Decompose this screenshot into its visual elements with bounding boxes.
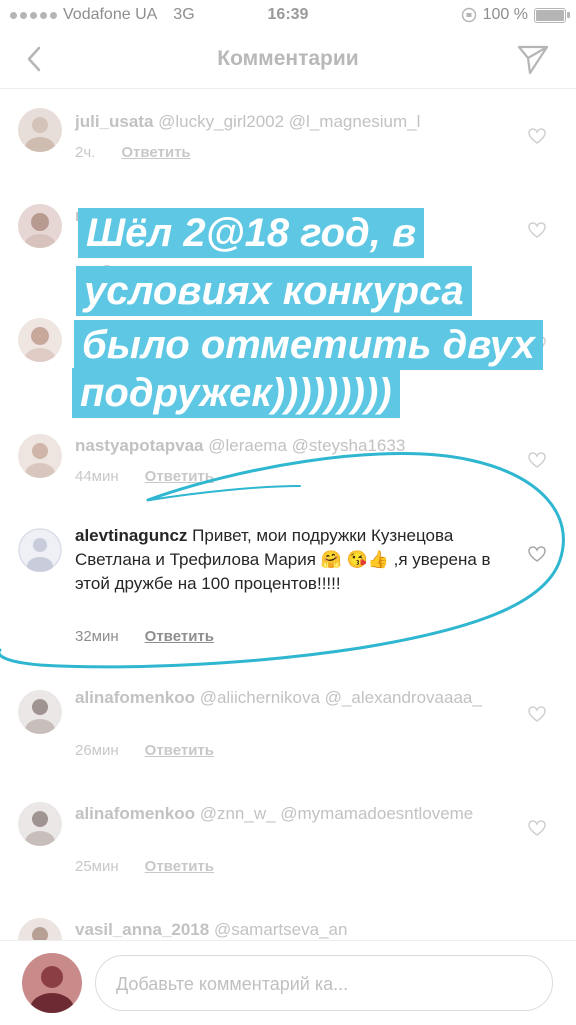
reply-link[interactable]: Ответить	[145, 858, 214, 875]
heart-icon[interactable]	[528, 222, 546, 238]
comment-username[interactable]: nastyapotapvaa	[75, 436, 204, 455]
comment-username[interactable]: juli_usata	[75, 112, 153, 131]
comment-text: vasil_anna_2018 @samartseva_an	[75, 920, 348, 939]
overlay-caption-line: подружек)))))))))	[72, 368, 400, 418]
overlay-caption-line: условиях конкурса	[76, 266, 472, 316]
comment-input[interactable]	[114, 956, 538, 1012]
battery-info: 100 %	[461, 6, 570, 24]
avatar[interactable]	[18, 690, 62, 734]
comment-meta: 25мин Ответить	[75, 858, 214, 875]
avatar[interactable]	[18, 318, 62, 362]
paper-plane-icon[interactable]	[516, 42, 550, 76]
heart-icon[interactable]	[528, 452, 546, 468]
comment-composer	[0, 940, 576, 1025]
overlay-caption-line: было отметить двух	[74, 320, 543, 370]
comment-time: 25мин	[75, 858, 119, 875]
comment-meta: 26мин Ответить	[75, 742, 214, 759]
comment-username[interactable]: vasil_anna_2018	[75, 920, 209, 939]
comment-text: juli_usata @lucky_girl2002 @l_magnesium_…	[75, 112, 421, 131]
comment-username[interactable]: alevtinaguncz	[75, 526, 187, 545]
comment-meta: 32мин Ответить	[75, 628, 214, 645]
heart-icon[interactable]	[528, 706, 546, 722]
comment-username[interactable]: alinafomenkoo	[75, 804, 195, 823]
page-title: Комментарии	[217, 47, 359, 70]
orientation-lock-icon	[461, 7, 476, 23]
comment-input-container[interactable]	[95, 955, 553, 1012]
comment-time: 44мин	[75, 468, 119, 485]
avatar[interactable]	[18, 108, 62, 152]
overlay-caption-line: Шёл 2@18 год, в	[78, 208, 425, 258]
comment-text: nastyapotapvaa @leraema @steysha1633	[75, 436, 406, 455]
comment-time: 2ч.	[75, 144, 96, 161]
avatar[interactable]	[18, 204, 62, 248]
reply-link[interactable]: Ответить	[145, 742, 214, 759]
reply-link[interactable]: Ответить	[145, 628, 214, 645]
comment-text: alevtinaguncz Привет, мои подружки Кузне…	[75, 526, 491, 593]
avatar[interactable]	[18, 434, 62, 478]
comment-meta: 44мин Ответить	[75, 468, 214, 485]
battery-icon	[534, 7, 570, 23]
comment-meta: 2ч. Ответить	[75, 144, 191, 161]
my-avatar	[22, 953, 82, 1013]
comment-username[interactable]: alinafomenkoo	[75, 688, 195, 707]
comment-time: 26мин	[75, 742, 119, 759]
heart-icon[interactable]	[528, 128, 546, 144]
nav-bar: Комментарии	[0, 30, 576, 89]
avatar[interactable]	[18, 528, 62, 572]
comment-text: alinafomenkoo @znn_w_ @mymamadoesntlovem…	[75, 804, 474, 823]
avatar[interactable]	[18, 802, 62, 846]
reply-link[interactable]: Ответить	[145, 468, 214, 485]
heart-icon[interactable]	[528, 820, 546, 836]
reply-link[interactable]: Ответить	[121, 144, 190, 161]
heart-icon[interactable]	[528, 546, 546, 562]
status-bar: Vodafone UA 3G 16:39 100 %	[0, 0, 576, 30]
comment-text: alinafomenkoo @aliichernikova @_alexandr…	[75, 688, 482, 707]
battery-percent: 100 %	[482, 6, 528, 23]
comment-time: 32мин	[75, 628, 119, 645]
